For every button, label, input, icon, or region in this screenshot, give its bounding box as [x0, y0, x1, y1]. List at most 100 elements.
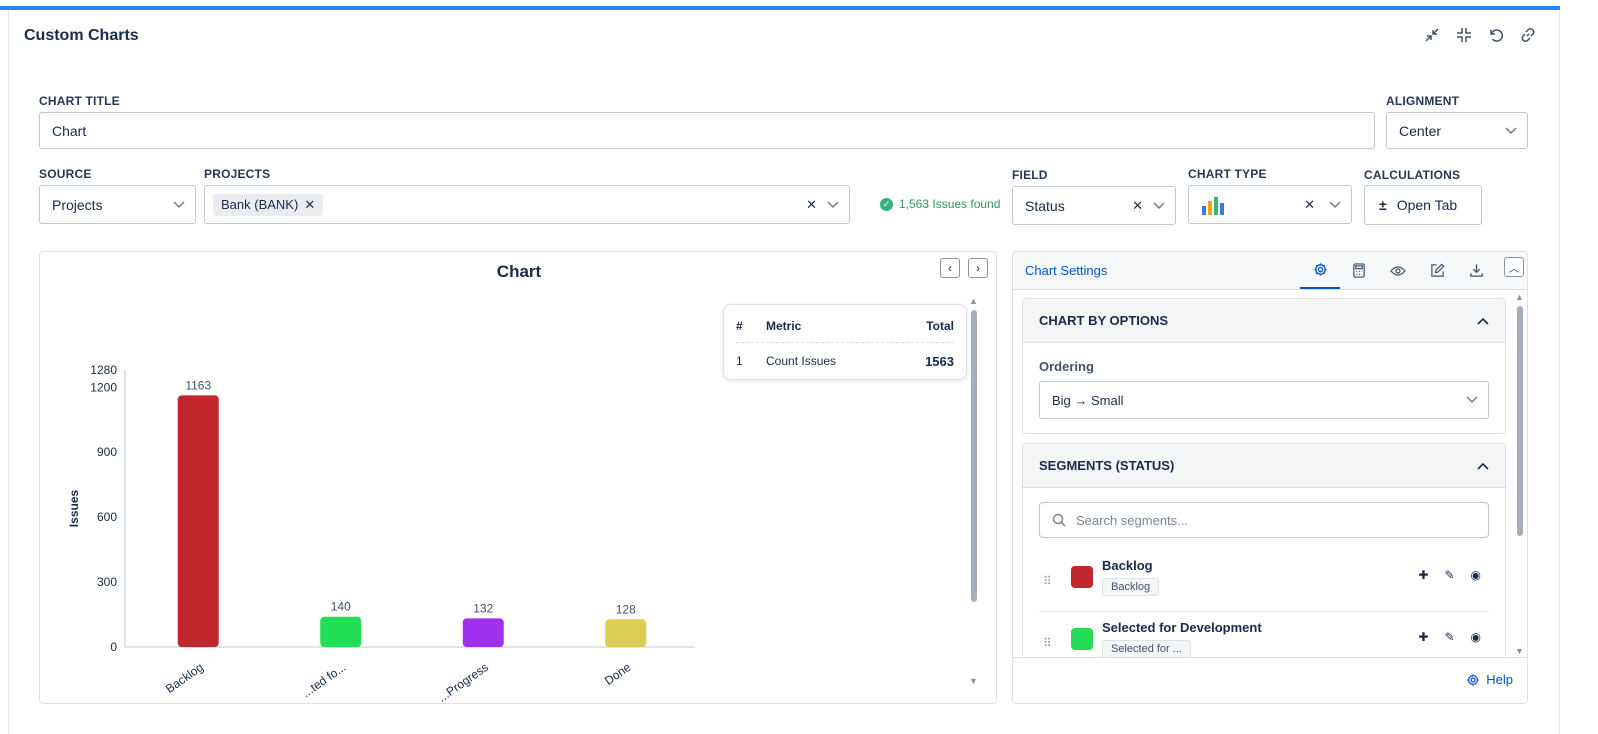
search-icon	[1052, 513, 1066, 527]
bar	[605, 619, 647, 647]
segment-tag: Selected for ...	[1102, 640, 1191, 658]
prev-button[interactable]: ‹	[940, 258, 960, 278]
ordering-select[interactable]: Big → Small	[1039, 381, 1489, 419]
settings-tab-calculator[interactable]	[1339, 252, 1379, 289]
issues-found-status: ✓ 1,563 Issues found	[880, 197, 1000, 211]
chart-by-options-title: CHART BY OPTIONS	[1039, 313, 1169, 328]
bar-value-label: 132	[473, 601, 493, 615]
segment-tag: Backlog	[1102, 578, 1160, 596]
segments-search-input[interactable]: Search segments...	[1039, 502, 1489, 538]
y-tick-label: 600	[97, 510, 117, 524]
source-label: SOURCE	[39, 167, 92, 181]
chevron-down-icon	[1329, 201, 1341, 208]
chart-title-input[interactable]: Chart	[39, 112, 1375, 149]
chevron-up-icon	[1477, 317, 1489, 325]
y-tick-label: 0	[110, 640, 117, 654]
clear-icon[interactable]: ✕	[1132, 198, 1143, 214]
list-item: ⠿ Backlog Backlog ✚ ✎ ◉	[1039, 556, 1489, 612]
chart-by-options-header[interactable]: CHART BY OPTIONS	[1023, 299, 1505, 343]
alignment-label: ALIGNMENT	[1386, 94, 1460, 108]
settings-tab-edit[interactable]	[1417, 252, 1457, 289]
clear-icon[interactable]: ✕	[806, 197, 817, 213]
drag-handle-icon[interactable]: ⠿	[1043, 574, 1052, 588]
project-tag: Bank (BANK) ✕	[213, 193, 324, 216]
scroll-down-icon[interactable]: ▼	[969, 676, 978, 686]
eye-icon[interactable]: ◉	[1471, 630, 1481, 644]
x-tick-label: ...Progress	[435, 660, 491, 705]
y-axis-label: Issues	[67, 489, 81, 527]
calculations-label: CALCULATIONS	[1364, 168, 1461, 182]
next-button[interactable]: ›	[968, 258, 988, 278]
alignment-value: Center	[1399, 122, 1442, 139]
settings-tab-gear[interactable]	[1300, 252, 1340, 289]
help-button[interactable]: Help	[1466, 672, 1513, 687]
x-tick-label: ...ted fo...	[299, 660, 348, 700]
plus-minus-icon: ±	[1379, 197, 1387, 213]
clear-icon[interactable]: ✕	[1304, 197, 1315, 213]
alignment-select[interactable]: Center	[1386, 112, 1528, 149]
eye-icon	[1390, 265, 1406, 276]
segments-header[interactable]: SEGMENTS (STATUS)	[1023, 444, 1505, 488]
help-label: Help	[1486, 672, 1513, 687]
settings-title: Chart Settings	[1025, 263, 1108, 278]
field-value: Status	[1025, 197, 1065, 214]
metrics-header-metric: Metric	[766, 319, 802, 333]
link-icon[interactable]	[1518, 25, 1538, 45]
minimize-icon[interactable]	[1422, 25, 1442, 45]
project-tag-label: Bank (BANK)	[221, 197, 299, 212]
segment-color-swatch[interactable]	[1071, 628, 1093, 650]
drag-handle-icon[interactable]: ⠿	[1043, 636, 1052, 650]
metrics-total: 1563	[925, 354, 954, 369]
metrics-header-index: #	[736, 319, 743, 333]
pencil-icon[interactable]: ✎	[1444, 630, 1454, 644]
add-icon[interactable]: ✚	[1418, 630, 1428, 644]
y-tick-label: 300	[97, 575, 117, 589]
gear-icon	[1467, 673, 1479, 686]
remove-tag-icon[interactable]: ✕	[304, 197, 315, 213]
metrics-metric: Count Issues	[766, 354, 837, 368]
settings-header: Chart Settings ︿	[1013, 252, 1527, 290]
issues-found-text: 1,563 Issues found	[899, 197, 1001, 211]
segments-search-placeholder: Search segments...	[1076, 512, 1188, 528]
segment-actions: ✚ ✎ ◉	[1418, 568, 1481, 582]
add-icon[interactable]: ✚	[1418, 568, 1428, 582]
collapse-settings-button[interactable]: ︿	[1504, 257, 1524, 277]
open-tab-button[interactable]: ± Open Tab	[1364, 185, 1482, 225]
settings-tab-download[interactable]	[1456, 252, 1496, 289]
bar	[462, 618, 504, 647]
segments-section: SEGMENTS (STATUS) Search segments... ⠿ B…	[1022, 443, 1506, 673]
collapse-icon[interactable]	[1454, 25, 1474, 45]
chevron-down-icon	[173, 201, 185, 208]
chart-panel: Chart ‹ › 0 300 600 900 1200 1280 Issues 1163 Ba…	[39, 251, 997, 705]
chart-scrollbar[interactable]	[971, 310, 977, 602]
settings-scrollbar[interactable]	[1517, 306, 1523, 536]
ordering-value: Big → Small	[1052, 392, 1124, 408]
page-title: Custom Charts	[24, 27, 139, 44]
field-select[interactable]: Status ✕	[1012, 186, 1176, 225]
bar-value-label: 1163	[185, 378, 211, 392]
chevron-down-icon	[827, 201, 839, 208]
edit-icon	[1430, 263, 1444, 277]
eye-icon[interactable]: ◉	[1471, 568, 1481, 582]
reset-icon[interactable]	[1486, 25, 1506, 45]
segment-actions: ✚ ✎ ◉	[1418, 630, 1481, 644]
bar-value-label: 128	[616, 602, 636, 616]
chart-type-select[interactable]: ✕	[1188, 185, 1352, 224]
segment-color-swatch[interactable]	[1071, 566, 1093, 588]
ordering-label: Ordering	[1039, 359, 1094, 374]
source-select[interactable]: Projects	[39, 185, 196, 224]
chart-type-label: CHART TYPE	[1188, 167, 1267, 181]
scroll-up-icon[interactable]: ▲	[1515, 292, 1524, 302]
chart-title-value: Chart	[52, 122, 87, 139]
x-tick-label: Done	[602, 660, 634, 688]
projects-multiselect[interactable]: Bank (BANK) ✕ ✕	[204, 185, 850, 224]
download-icon	[1469, 264, 1483, 277]
chart-settings-panel: Chart Settings ︿ CHART BY OPTIONS Orderi…	[1012, 251, 1528, 704]
x-tick-label: Backlog	[163, 660, 206, 696]
scroll-up-icon[interactable]: ▲	[969, 296, 978, 306]
segments-title: SEGMENTS (STATUS)	[1039, 458, 1175, 473]
pencil-icon[interactable]: ✎	[1444, 568, 1454, 582]
settings-tab-preview[interactable]	[1378, 252, 1418, 289]
chevron-down-icon	[1153, 202, 1165, 209]
scroll-down-icon[interactable]: ▼	[1515, 646, 1524, 656]
